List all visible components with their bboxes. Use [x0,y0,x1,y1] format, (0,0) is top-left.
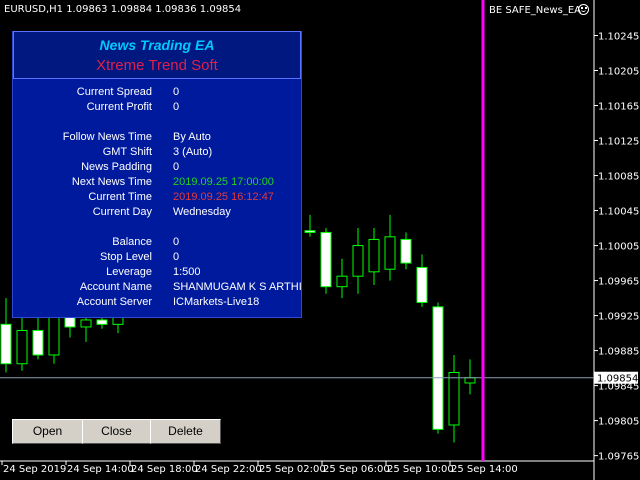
info-value: 0 [173,101,180,113]
y-tick-label: 1.10205 [598,67,639,78]
candle-body [96,319,108,325]
x-tick-label: 24 Sep 18:00 [131,464,198,475]
x-tick-label: 25 Sep 02:00 [259,464,326,475]
info-value: 0 [173,161,180,173]
info-label: Stop Level [100,251,152,263]
info-value: By Auto [173,131,211,143]
info-label: Balance [112,236,152,248]
candle-body [304,230,316,233]
x-tick-label: 25 Sep 10:00 [387,464,454,475]
info-row: Current Profit 0 [14,101,300,116]
open-button[interactable]: Open [12,419,83,444]
info-label: Account Server [76,296,152,308]
candle-body [336,275,348,288]
info-value: 0 [173,86,180,98]
info-value: 0 [173,251,180,263]
info-row: Balance 0 [14,236,300,251]
info-value: SHANMUGAM K S ARTHI [173,281,302,293]
chart-window[interactable]: 1.10245 1.10205 1.10165 1.10125 1.10085 1.100… [0,0,640,480]
info-row: Current Time 2019.09.25 16:12:47 [14,191,300,206]
x-tick-label: 24 Sep 2019 [3,464,66,475]
candle-body [48,315,60,356]
info-value: ICMarkets-Live18 [173,296,260,308]
info-label: GMT Shift [102,146,152,158]
info-row: Leverage 1:500 [14,266,300,281]
y-tick-label: 1.10125 [598,137,639,148]
x-tick-label: 25 Sep 06:00 [323,464,390,475]
candle-body [32,329,44,356]
y-tick-label: 1.10165 [598,102,639,113]
y-tick-label: 1.09765 [598,452,639,463]
x-tick-label: 25 Sep 14:00 [451,464,518,475]
symbol-info: EURUSD,H1 1.09863 1.09884 1.09836 1.0985… [4,4,242,15]
candle-body [400,238,412,264]
info-value: 1:500 [173,266,201,278]
candle-body [368,238,380,273]
info-row: Current Day Wednesday [14,206,300,221]
info-row: Account Name SHANMUGAM K S ARTHI [14,281,302,296]
ea-name-label: BE SAFE_News_EA [489,5,581,16]
info-value: 0 [173,236,180,248]
info-label: Account Name [79,281,152,293]
info-row: Follow News Time By Auto [14,131,300,146]
y-tick-label: 1.09805 [598,417,639,428]
y-tick-label: 1.10045 [598,207,639,218]
x-tick-label: 24 Sep 22:00 [195,464,262,475]
candle-body [0,323,12,365]
delete-button[interactable]: Delete [150,419,221,444]
info-label: Current Day [92,206,152,218]
y-tick-label: 1.10005 [598,242,639,253]
current-price-label: 1.09854 [597,374,638,385]
panel-header: News Trading EA Xtreme Trend Soft [13,31,301,79]
candle-body [416,266,428,303]
info-row: Stop Level 0 [14,251,300,266]
y-tick-label: 1.10245 [598,32,639,43]
info-value: 2019.09.25 16:12:47 [173,191,274,203]
info-row: News Padding 0 [14,161,300,176]
panel-subtitle: Xtreme Trend Soft [96,57,218,74]
info-row: GMT Shift 3 (Auto) [14,146,300,161]
candle-body [464,377,476,384]
info-value: 2019.09.25 17:00:00 [173,176,274,188]
info-label: Current Spread [76,86,152,98]
info-label: Current Time [88,191,152,203]
y-tick-label: 1.09965 [598,277,639,288]
candle-body [320,231,332,288]
candle-body [448,371,460,426]
info-row: Current Spread 0 [14,86,300,101]
info-value: 3 (Auto) [173,146,213,158]
candle-body [16,329,28,365]
info-value: Wednesday [173,206,231,218]
info-row: Account Server ICMarkets-Live18 [14,296,300,311]
info-row: Next News Time 2019.09.25 17:00:00 [14,176,300,191]
y-tick-label: 1.10085 [598,172,639,183]
panel-title: News Trading EA [99,37,215,53]
info-label: Next News Time [71,176,152,188]
candle-body [384,236,396,270]
candle-body [352,245,364,277]
info-label: Follow News Time [62,131,152,143]
candle-body [432,306,444,430]
y-tick-label: 1.09885 [598,347,639,358]
close-button[interactable]: Close [82,419,151,444]
info-label: News Padding [81,161,152,173]
x-tick-label: 24 Sep 14:00 [67,464,134,475]
smiley-face-icon[interactable] [578,4,589,15]
candle-body [80,319,92,328]
info-label: Leverage [106,266,152,278]
y-tick-label: 1.09925 [598,312,639,323]
info-label: Current Profit [86,101,152,113]
